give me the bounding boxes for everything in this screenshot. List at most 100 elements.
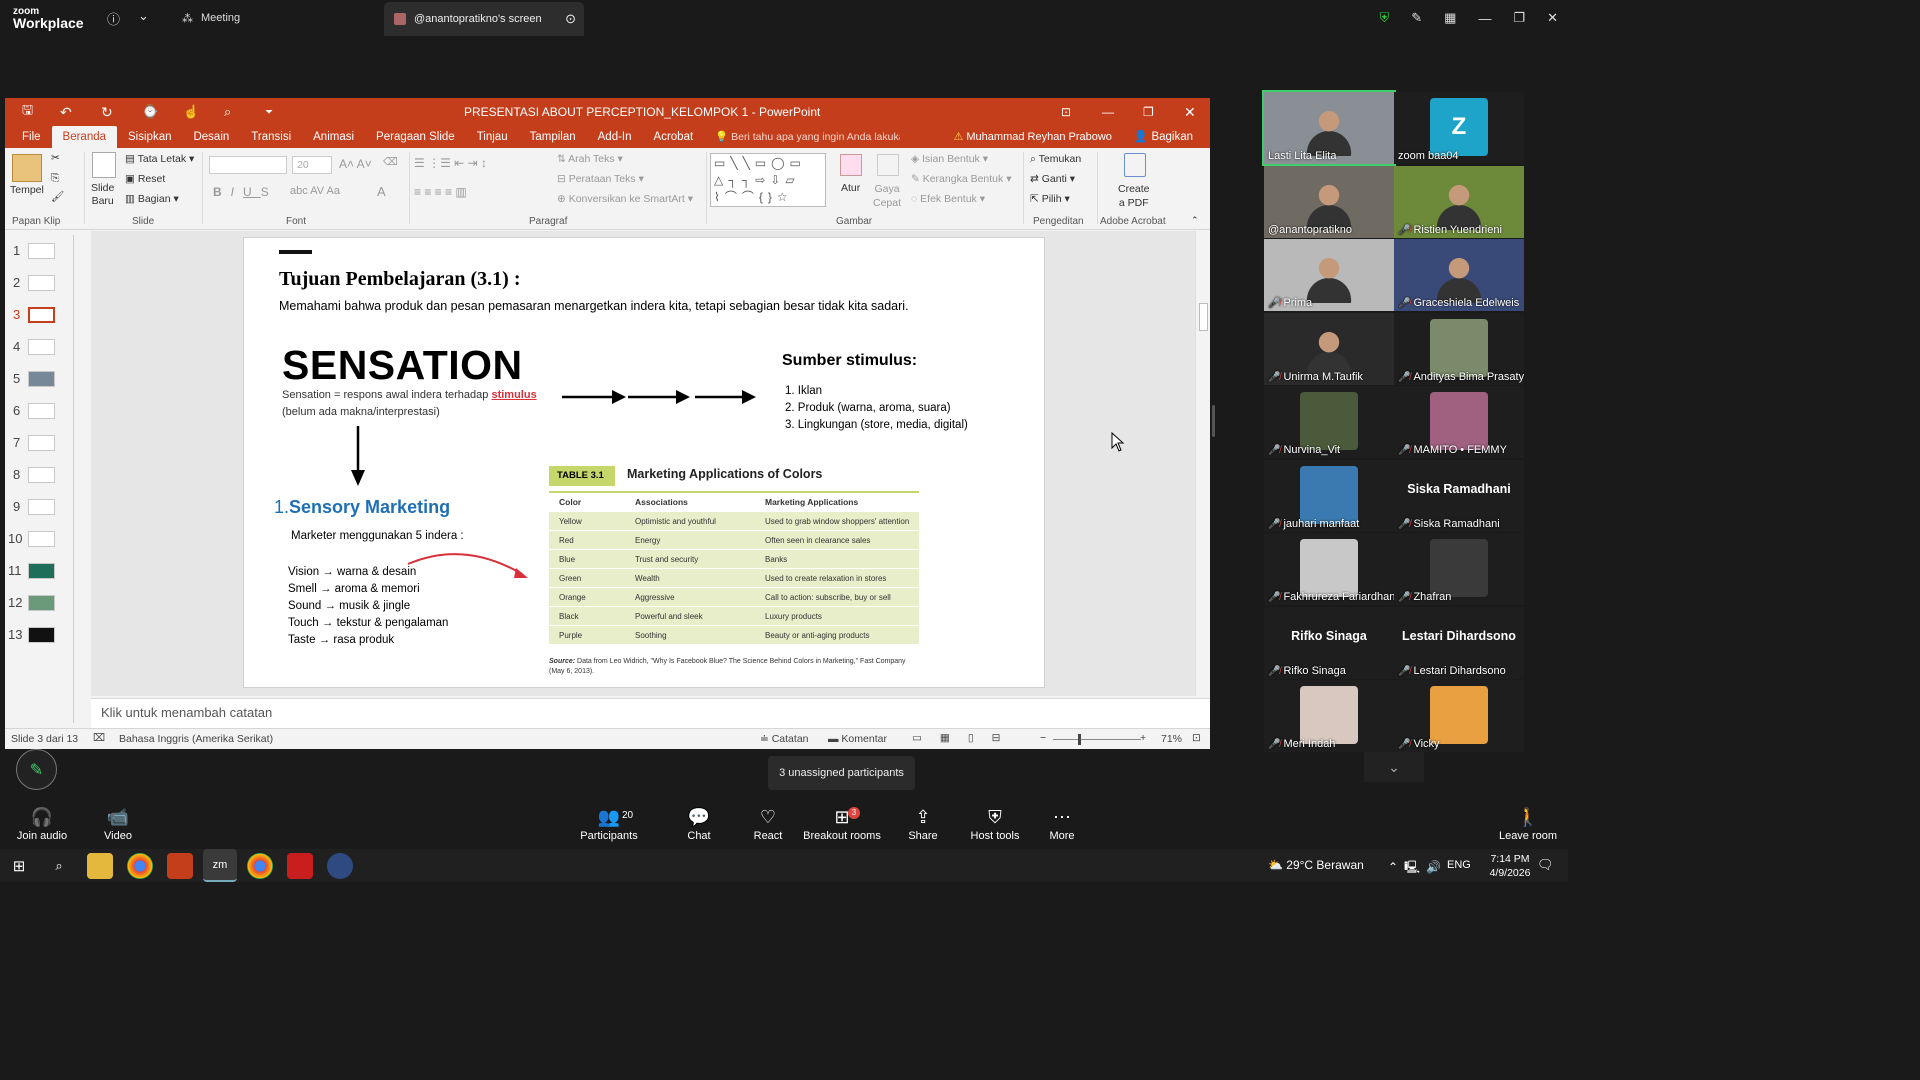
- participant-tile[interactable]: 🎤̸ MAMITO • FEMMY: [1394, 386, 1524, 458]
- clear-format-icon[interactable]: ⌫: [383, 156, 398, 168]
- participant-tile[interactable]: Zzoom baa04: [1394, 92, 1524, 164]
- acrobat-icon[interactable]: [287, 853, 313, 879]
- shape-outline-button[interactable]: ✎ Kerangka Bentuk ▾: [911, 173, 1011, 185]
- replace-button[interactable]: ⇄ Ganti ▾: [1030, 173, 1075, 185]
- zoom-taskbar-icon[interactable]: zm: [203, 849, 237, 882]
- participant-tile[interactable]: 🎤̸ Meri Indah: [1264, 680, 1394, 752]
- participant-tile[interactable]: 🎤̸ Unirma M.Taufik: [1264, 312, 1394, 385]
- scrollbar-thumb[interactable]: [1199, 303, 1208, 331]
- slide-scrollbar[interactable]: [1195, 231, 1210, 696]
- zoom-level[interactable]: 71%: [1161, 733, 1182, 745]
- participant-tile[interactable]: 🎤̸ Vicky: [1394, 680, 1524, 752]
- zoom-slider[interactable]: [1053, 739, 1141, 740]
- participant-tile[interactable]: 🎤̸ Nurvina_Vit: [1264, 386, 1394, 458]
- notification-icon[interactable]: 🗨: [1537, 857, 1554, 873]
- shape-fill-button[interactable]: ◈ Isian Bentuk ▾: [911, 153, 988, 165]
- chrome-profile-icon[interactable]: [247, 853, 273, 879]
- view-buttons[interactable]: ▭▦▯⊟: [912, 732, 1018, 744]
- input-language[interactable]: ENG: [1447, 859, 1471, 871]
- gallery-scroll-down-icon[interactable]: ⌄: [1364, 752, 1424, 782]
- tab-desain[interactable]: Desain: [182, 126, 240, 148]
- redo-icon[interactable]: ↻: [101, 104, 113, 121]
- tab-sisipkan[interactable]: Sisipkan: [117, 126, 182, 148]
- shield-check-icon[interactable]: ⛨: [1379, 10, 1389, 26]
- thumbnail-1[interactable]: 1: [5, 241, 75, 261]
- ppt-minimize-icon[interactable]: —: [1102, 105, 1114, 119]
- font-size-select[interactable]: 20: [292, 156, 332, 174]
- participant-tile[interactable]: Rifko Sinaga 🎤̸ Rifko Sinaga: [1264, 606, 1394, 679]
- thumbnail-8[interactable]: 8: [5, 465, 75, 485]
- search-icon[interactable]: ⌕: [46, 853, 72, 879]
- participant-tile[interactable]: 🎤̸ Prima: [1264, 239, 1394, 311]
- tab-beranda[interactable]: Beranda: [51, 126, 118, 148]
- comments-toggle[interactable]: ▬ Komentar: [828, 733, 887, 745]
- slide-baru-label[interactable]: Slide Baru: [91, 182, 114, 208]
- create-pdf-icon[interactable]: [1124, 153, 1146, 177]
- windows-start-icon[interactable]: ⊞: [6, 853, 32, 879]
- toolbar-participants-button[interactable]: 👥 20 Participants: [564, 806, 654, 842]
- annotate-pen-icon[interactable]: ✎: [1411, 10, 1422, 26]
- participant-tile[interactable]: @anantopratikno: [1264, 165, 1394, 238]
- thumbnail-12[interactable]: 12: [5, 593, 75, 613]
- reset-button[interactable]: ▣ Reset: [125, 173, 165, 185]
- chrome-icon[interactable]: [127, 853, 153, 879]
- customize-qat-icon[interactable]: ⏷: [265, 107, 273, 118]
- slideshow-icon[interactable]: ⌚: [142, 104, 158, 120]
- text-direction-button[interactable]: ⇅ Arah Teks ▾: [557, 153, 623, 165]
- thumbnail-9[interactable]: 9: [5, 497, 75, 517]
- thumbnail-6[interactable]: 6: [5, 401, 75, 421]
- slide-canvas[interactable]: Tujuan Pembelajaran (3.1) : Memahami bah…: [243, 237, 1045, 688]
- close-icon[interactable]: ✕: [1547, 10, 1558, 26]
- gaya-cepat-label[interactable]: Gaya Cepat: [873, 182, 901, 210]
- participant-tile[interactable]: 🎤̸ Fakhrureza Fariardhany: [1264, 533, 1394, 605]
- select-button[interactable]: ⇱ Pilih ▾: [1030, 193, 1070, 205]
- undo-icon[interactable]: ↶: [60, 104, 72, 121]
- tab-transisi[interactable]: Transisi: [240, 126, 302, 148]
- participant-tile[interactable]: Siska Ramadhani 🎤̸ Siska Ramadhani: [1394, 459, 1524, 532]
- create-pdf-label[interactable]: Create a PDF: [1118, 182, 1150, 210]
- section-button[interactable]: ▥ Bagian ▾: [125, 193, 179, 205]
- font-grow-shrink-icons[interactable]: A˄ A˅: [339, 157, 372, 171]
- unassigned-participants-notice[interactable]: 3 unassigned participants: [768, 756, 915, 790]
- participant-tile[interactable]: 🎤̸ Ristien Yuendrieni: [1394, 165, 1524, 238]
- font-family-select[interactable]: [209, 156, 287, 174]
- restore-icon[interactable]: ❐: [1513, 10, 1525, 26]
- thumbnail-13[interactable]: 13: [5, 625, 75, 645]
- ppt-close-icon[interactable]: ✕: [1184, 104, 1196, 121]
- toolbar-more-button[interactable]: ⋯ More: [1017, 806, 1107, 842]
- system-tray-icons[interactable]: ⌃🖳🔊: [1388, 858, 1447, 879]
- align-text-button[interactable]: ⊟ Perataan Teks ▾: [557, 173, 644, 185]
- tell-me-search[interactable]: 💡 Beri tahu apa yang ingin Anda lakukan: [704, 126, 900, 148]
- annotate-pen-button[interactable]: ✎: [16, 749, 57, 790]
- preview-icon[interactable]: ⌕: [224, 104, 231, 120]
- zoom-slider-thumb[interactable]: [1078, 734, 1081, 745]
- thumbnail-5[interactable]: 5: [5, 369, 75, 389]
- touch-mode-icon[interactable]: ☝: [183, 104, 199, 120]
- layout-button[interactable]: ▤ Tata Letak ▾: [125, 153, 194, 165]
- participant-tile[interactable]: 🎤̸ Andityas Bima Prasatya: [1394, 312, 1524, 385]
- copy-icon[interactable]: ⎘: [51, 172, 59, 185]
- tab-add-in[interactable]: Add-In: [587, 126, 643, 148]
- paste-icon[interactable]: [12, 154, 42, 182]
- zoom-in-icon[interactable]: +: [1140, 732, 1146, 744]
- split-view-handle[interactable]: [1212, 405, 1215, 437]
- atur-label[interactable]: Atur: [841, 182, 860, 194]
- zoom-out-icon[interactable]: −: [1040, 732, 1046, 744]
- weather-widget[interactable]: ⛅ 29°C Berawan: [1268, 858, 1364, 872]
- info-icon[interactable]: ⓘ: [107, 9, 120, 28]
- participant-tile[interactable]: Lasti Lita Elita: [1262, 90, 1396, 166]
- smartart-button[interactable]: ⊕ Konversikan ke SmartArt ▾: [557, 193, 693, 205]
- thumbnail-scrollbar[interactable]: [73, 235, 84, 723]
- toolbar-video-button[interactable]: 📹 Video: [73, 806, 163, 842]
- participant-tile[interactable]: 🎤̸ jauhari manfaat: [1264, 459, 1394, 532]
- notes-toggle[interactable]: ≐ Catatan: [760, 733, 809, 745]
- thumbnail-2[interactable]: 2: [5, 273, 75, 293]
- tab-tampilan[interactable]: Tampilan: [519, 126, 587, 148]
- user-account[interactable]: ⚠ Muhammad Reyhan Prabowo: [942, 126, 1122, 148]
- ribbon-display-icon[interactable]: ⊡: [1061, 105, 1071, 119]
- shape-effects-button[interactable]: ◌ Efek Bentuk ▾: [911, 193, 985, 205]
- cut-icon[interactable]: ✂: [51, 152, 60, 164]
- notes-pane[interactable]: Klik untuk menambah catatan: [91, 698, 1210, 728]
- find-button[interactable]: ⌕ Temukan: [1030, 153, 1081, 166]
- thumbnail-3[interactable]: 3: [5, 305, 75, 325]
